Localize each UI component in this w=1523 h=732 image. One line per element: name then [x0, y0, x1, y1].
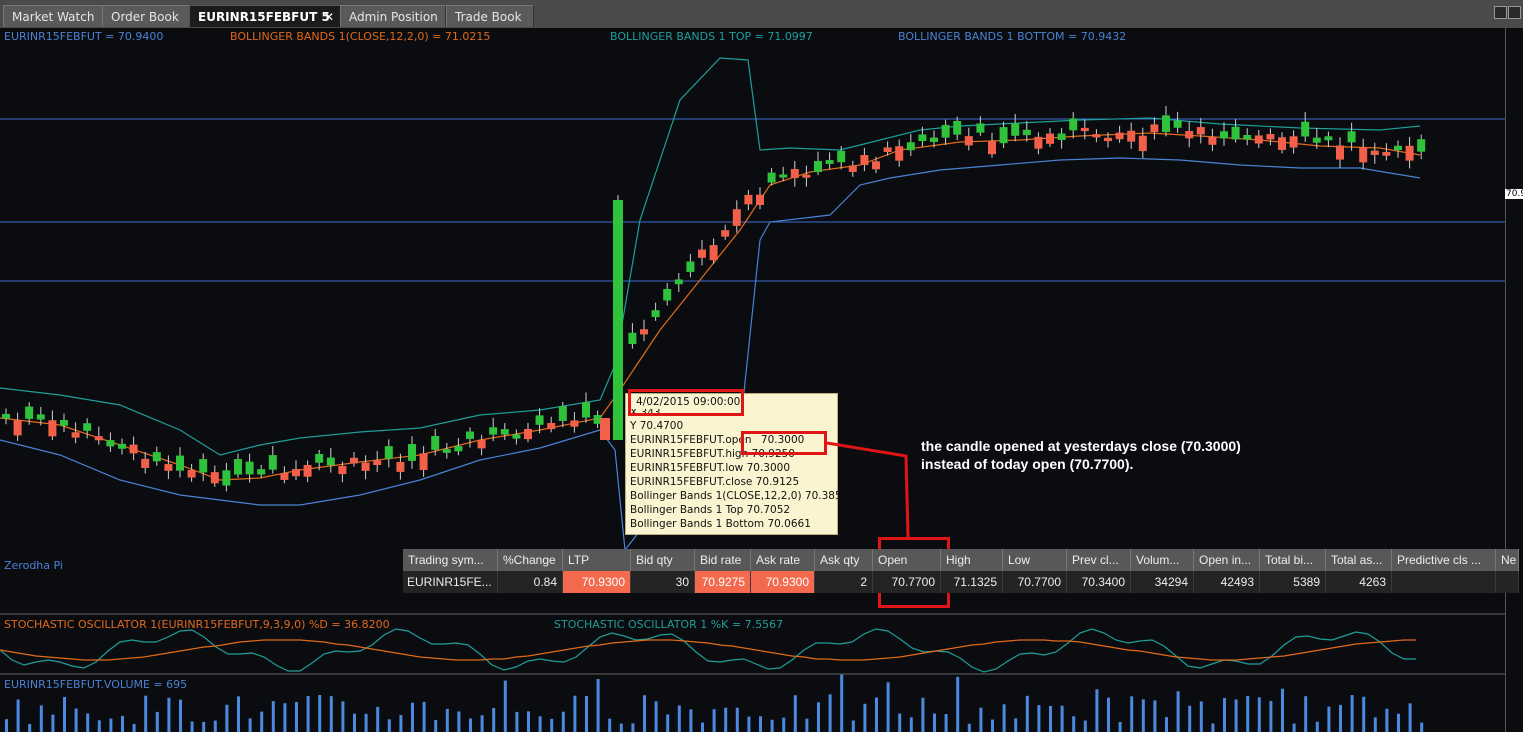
grid-header[interactable]: Total as...: [1326, 549, 1392, 571]
grid-cell[interactable]: 70.7700: [873, 571, 941, 593]
grid-header[interactable]: Open: [873, 549, 941, 571]
grid-cell[interactable]: 4263: [1326, 571, 1392, 593]
volume-legend: EURINR15FEBFUT.VOLUME = 695: [4, 678, 188, 691]
grid-cell[interactable]: 2: [815, 571, 873, 593]
annotation-text: the candle opened at yesterdays close (7…: [921, 437, 1241, 473]
grid-cell[interactable]: 5389: [1260, 571, 1326, 593]
grid-cell[interactable]: 70.9300: [563, 571, 631, 593]
grid-header[interactable]: %Change: [498, 549, 563, 571]
grid-cell[interactable]: 70.9275: [695, 571, 751, 593]
grid-header[interactable]: Ask rate: [751, 549, 815, 571]
grid-cell[interactable]: 42493: [1194, 571, 1260, 593]
grid-cell[interactable]: 70.3400: [1067, 571, 1131, 593]
grid-cell[interactable]: 30: [631, 571, 695, 593]
grid-header[interactable]: Ask qty: [815, 549, 873, 571]
annotation-line: the candle opened at yesterdays close (7…: [921, 438, 1241, 454]
grid-header[interactable]: Low: [1003, 549, 1067, 571]
grid-header[interactable]: Volum...: [1131, 549, 1194, 571]
grid-header[interactable]: Bid qty: [631, 549, 695, 571]
grid-cell[interactable]: 70.9300: [751, 571, 815, 593]
stoch-d-legend: STOCHASTIC OSCILLATOR 1(EURINR15FEBFUT,9…: [4, 618, 390, 631]
grid-cell[interactable]: 0.84: [498, 571, 563, 593]
grid-cell[interactable]: EURINR15FE...: [403, 571, 498, 593]
grid-header[interactable]: LTP: [563, 549, 631, 571]
grid-header[interactable]: Predictive cls ...: [1392, 549, 1496, 571]
grid-header[interactable]: Prev cl...: [1067, 549, 1131, 571]
grid-header[interactable]: Open in...: [1194, 549, 1260, 571]
grid-cell[interactable]: [1392, 571, 1496, 593]
grid-cell[interactable]: 34294: [1131, 571, 1194, 593]
grid-cell[interactable]: [1496, 571, 1519, 593]
annotation-line: instead of today open (70.7700).: [921, 456, 1134, 472]
quote-grid: Trading sym... EURINR15FE... %Change 0.84 LT…: [403, 549, 1523, 593]
grid-header[interactable]: Ne: [1496, 549, 1519, 571]
grid-header[interactable]: Bid rate: [695, 549, 751, 571]
grid-header[interactable]: Trading sym...: [403, 549, 498, 571]
grid-cell[interactable]: 70.7700: [1003, 571, 1067, 593]
stoch-k-legend: STOCHASTIC OSCILLATOR 1 %K = 7.5567: [554, 618, 784, 631]
grid-cell[interactable]: 71.1325: [941, 571, 1003, 593]
grid-header[interactable]: Total bi...: [1260, 549, 1326, 571]
grid-header[interactable]: High: [941, 549, 1003, 571]
